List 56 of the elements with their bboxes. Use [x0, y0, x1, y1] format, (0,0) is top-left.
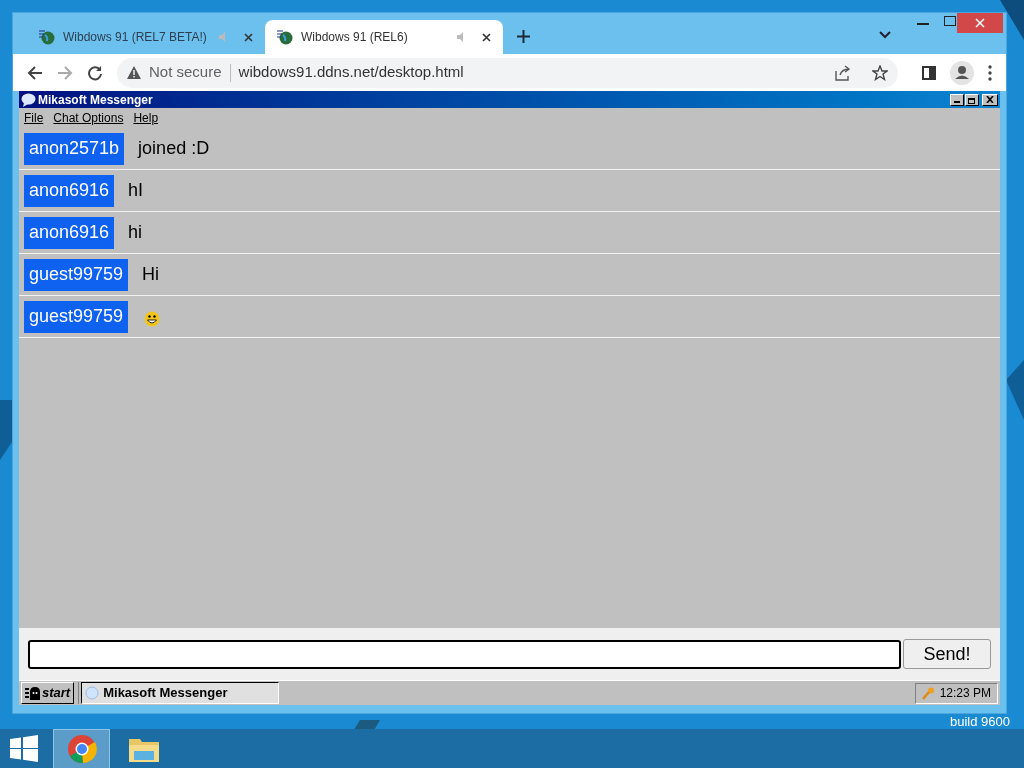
tab-list-icon[interactable] — [879, 31, 891, 39]
security-label: Not secure — [149, 62, 222, 83]
browser-tab[interactable]: Wibdows 91 (REL7 BETA!) — [27, 20, 265, 54]
browser-icon — [66, 733, 97, 764]
clock: 12:23 PM — [939, 685, 991, 702]
key-icon — [921, 686, 934, 700]
share-icon[interactable] — [834, 64, 850, 81]
wallpaper-stripe — [1000, 0, 1024, 40]
star-icon[interactable] — [872, 64, 888, 81]
watermark-text: build 9600 — [950, 715, 1010, 728]
close-icon[interactable] — [482, 32, 491, 42]
speaker-icon — [218, 32, 228, 42]
browser-taskbar-button[interactable] — [53, 728, 110, 768]
close-icon — [986, 96, 994, 103]
message-input[interactable] — [28, 639, 901, 669]
windows-logo-icon[interactable] — [10, 735, 38, 762]
window-title: Mikasoft Messenger — [38, 91, 153, 109]
message-text: hI — [128, 179, 144, 202]
smiley-icon — [144, 310, 161, 327]
speaker-icon — [456, 32, 466, 42]
chat-bubble-icon — [21, 92, 36, 107]
warning-icon — [127, 66, 141, 79]
message-text: Hi — [142, 263, 160, 286]
globe-icon — [39, 29, 55, 45]
globe-icon — [277, 29, 293, 45]
restore-button[interactable] — [965, 93, 979, 106]
reload-icon[interactable] — [87, 64, 103, 81]
close-icon — [975, 18, 985, 28]
minimize-icon[interactable] — [917, 22, 929, 26]
url-text: wibdows91.ddns.net/desktop.html — [238, 62, 464, 83]
back-icon[interactable] — [27, 64, 43, 81]
close-button[interactable] — [982, 93, 998, 106]
start-button[interactable]: start — [21, 682, 75, 704]
browser-tab[interactable]: Wibdows 91 (REL6) — [265, 20, 503, 54]
message-text: joined :D — [138, 137, 210, 160]
logo-icon — [25, 686, 41, 700]
taskbar-task-button[interactable]: Mikasoft Messenger — [81, 682, 280, 704]
minimize-button[interactable] — [950, 93, 964, 106]
side-panel-icon[interactable] — [922, 65, 936, 80]
username-badge: guest99759 — [24, 258, 129, 291]
address-bar[interactable]: Not secure wibdows91.ddns.net/desktop.html — [117, 57, 898, 88]
close-icon[interactable] — [244, 32, 253, 42]
username-badge: anon6916 — [24, 216, 115, 249]
menu-icon[interactable] — [988, 64, 992, 81]
new-tab-icon[interactable] — [517, 30, 530, 43]
send-button[interactable]: Send! — [903, 639, 991, 669]
profile-icon[interactable] — [950, 60, 974, 85]
username-badge: guest99759 — [24, 300, 129, 333]
menu-item[interactable]: Chat Options — [53, 109, 124, 127]
menu-item[interactable]: Help — [133, 109, 159, 127]
message-text: hi — [128, 221, 143, 244]
chat-bubble-icon — [85, 686, 100, 700]
username-badge: anon2571b — [24, 132, 125, 165]
username-badge: anon6916 — [24, 174, 115, 207]
menu-item[interactable]: File — [24, 109, 44, 127]
maximize-icon[interactable] — [944, 16, 956, 26]
